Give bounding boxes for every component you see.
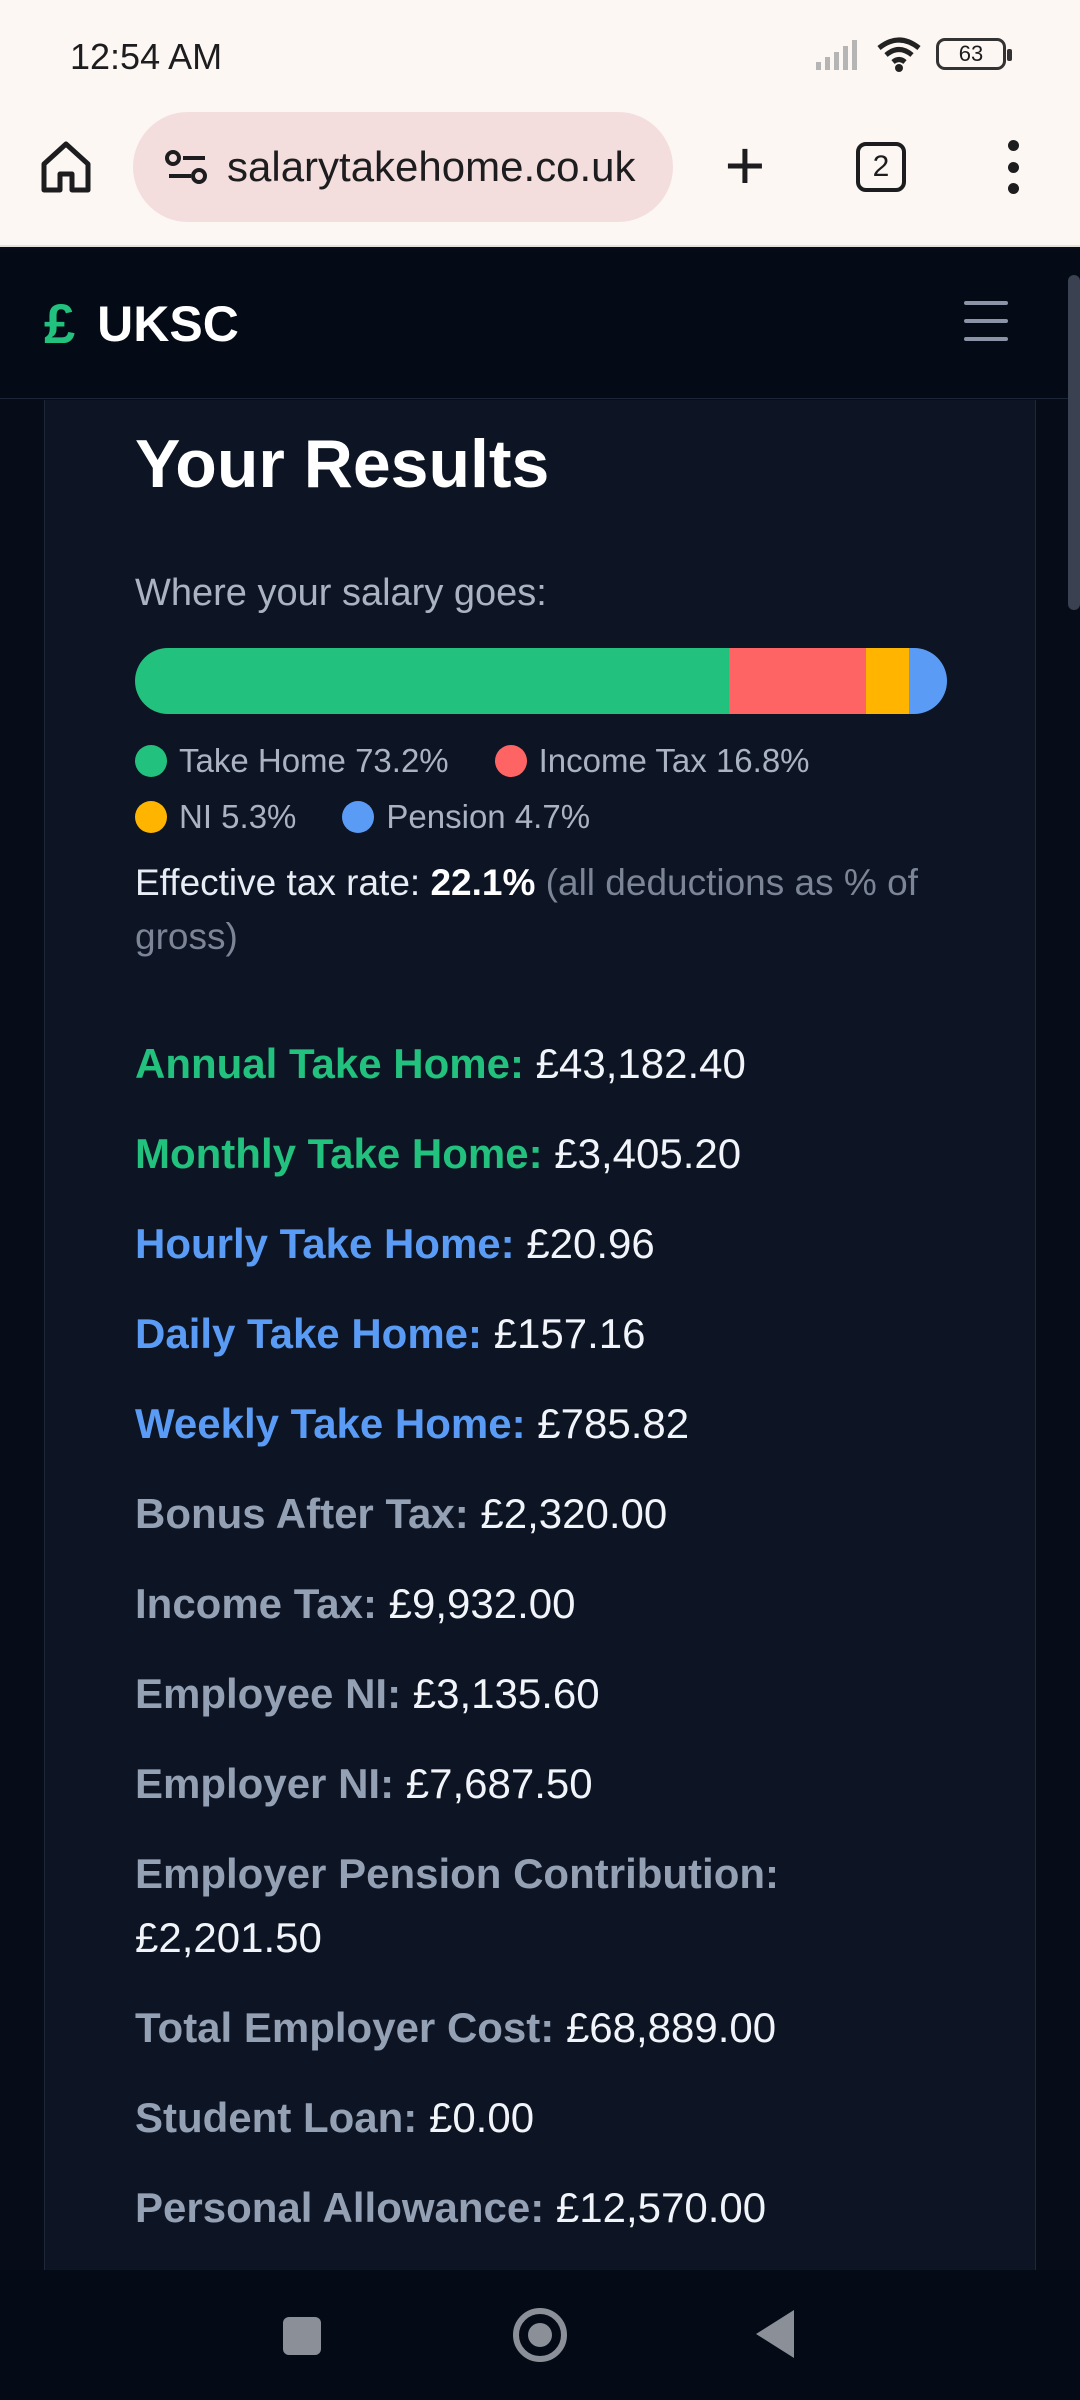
- result-row: Total Employer Cost: £68,889.00: [135, 1996, 955, 2060]
- legend-label: Income Tax 16.8%: [538, 742, 810, 779]
- result-row: Weekly Take Home: £785.82: [135, 1392, 955, 1456]
- result-row: Income Tax: £9,932.00: [135, 1572, 955, 1636]
- result-label: Income Tax:: [135, 1580, 377, 1627]
- legend-label: NI 5.3%: [179, 798, 297, 835]
- result-row: Bonus After Tax: £2,320.00: [135, 1482, 955, 1546]
- result-value: £2,201.50: [135, 1914, 322, 1961]
- result-label: Bonus After Tax:: [135, 1490, 469, 1537]
- result-rows: Annual Take Home: £43,182.40 Monthly Take…: [135, 1032, 955, 2266]
- status-icons: 63: [814, 36, 1012, 72]
- logo-text: UKSC: [97, 295, 239, 352]
- result-row: Hourly Take Home: £20.96: [135, 1212, 955, 1276]
- legend-item: Pension 4.7%: [342, 796, 590, 838]
- battery-level: 63: [958, 41, 984, 66]
- legend-item: Income Tax 16.8%: [494, 740, 810, 782]
- recents-icon[interactable]: [283, 2317, 321, 2355]
- result-value: £157.16: [493, 1310, 646, 1357]
- status-bar: 12:54 AM 63: [0, 0, 1080, 112]
- legend-label: Take Home 73.2%: [179, 742, 449, 779]
- result-label: Total Employer Cost:: [135, 2004, 555, 2051]
- wifi-icon: [877, 37, 921, 72]
- result-value: £68,889.00: [565, 2004, 777, 2051]
- result-label: Employer Pension Contribution:: [135, 1850, 780, 1897]
- result-value: £43,182.40: [535, 1040, 746, 1087]
- result-value: £12,570.00: [555, 2184, 767, 2231]
- home-nav-icon[interactable]: [513, 2308, 567, 2362]
- system-nav-bar: [0, 2270, 1080, 2400]
- more-options-icon[interactable]: [998, 134, 1028, 200]
- result-label: Monthly Take Home:: [135, 1130, 543, 1177]
- browser-toolbar: salarytakehome.co.uk + 2: [0, 112, 1080, 247]
- result-value: £0.00: [428, 2094, 535, 2141]
- url-text[interactable]: salarytakehome.co.uk: [227, 143, 636, 191]
- result-label: Student Loan:: [135, 2094, 418, 2141]
- result-row: Employer NI: £7,687.50: [135, 1752, 955, 1816]
- result-label: Annual Take Home:: [135, 1040, 524, 1087]
- result-label: Employer NI:: [135, 1760, 395, 1807]
- back-icon[interactable]: [756, 2310, 794, 2358]
- result-value: £2,320.00: [480, 1490, 668, 1537]
- result-row: Monthly Take Home: £3,405.20: [135, 1122, 955, 1186]
- effective-tax-label: Effective tax rate:: [135, 862, 421, 903]
- breakdown-label: Where your salary goes:: [135, 572, 547, 614]
- result-label: Daily Take Home:: [135, 1310, 483, 1357]
- result-row: Personal Allowance: £12,570.00: [135, 2176, 955, 2240]
- result-row: Employee NI: £3,135.60: [135, 1662, 955, 1726]
- result-label: Employee NI:: [135, 1670, 402, 1717]
- home-icon[interactable]: [36, 136, 96, 196]
- result-label: Hourly Take Home:: [135, 1220, 515, 1267]
- pound-icon: £: [44, 292, 76, 355]
- tab-switcher-button[interactable]: 2: [856, 142, 906, 192]
- hamburger-menu-icon[interactable]: [964, 301, 1008, 341]
- site-settings-icon[interactable]: [165, 149, 209, 185]
- result-label: Weekly Take Home:: [135, 1400, 526, 1447]
- result-value: £3,135.60: [412, 1670, 600, 1717]
- legend-dot-icon: [342, 801, 375, 833]
- legend-dot-icon: [494, 745, 527, 777]
- breakdown-segment: [729, 648, 866, 714]
- legend-dot-icon: [135, 801, 167, 833]
- result-row: Employer Pension Contribution: £2,201.50: [135, 1842, 955, 1970]
- result-row: Student Loan: £0.00: [135, 2086, 955, 2150]
- result-value: £785.82: [537, 1400, 690, 1447]
- legend-item: NI 5.3%: [135, 796, 296, 838]
- legend-dot-icon: [135, 745, 167, 777]
- site-logo[interactable]: £ UKSC: [44, 291, 239, 356]
- results-card: Your Results Where your salary goes: Tak…: [44, 400, 1036, 2270]
- legend-item: Take Home 73.2%: [135, 740, 449, 782]
- result-value: £20.96: [526, 1220, 655, 1267]
- status-time: 12:54 AM: [70, 36, 223, 77]
- breakdown-segment: [135, 648, 730, 714]
- site-header: £ UKSC: [0, 249, 1080, 399]
- effective-tax-rate: Effective tax rate: 22.1% (all deduction…: [135, 856, 955, 964]
- effective-tax-value: 22.1%: [430, 862, 536, 903]
- legend-label: Pension 4.7%: [386, 798, 591, 835]
- new-tab-icon[interactable]: +: [712, 130, 778, 200]
- signal-icon: [816, 40, 857, 70]
- address-bar[interactable]: salarytakehome.co.uk: [133, 112, 673, 222]
- result-row: Annual Take Home: £43,182.40: [135, 1032, 955, 1096]
- result-value: £3,405.20: [554, 1130, 742, 1177]
- results-title: Your Results: [135, 426, 550, 502]
- breakdown-legend: Take Home 73.2% Income Tax 16.8% NI 5.3% Pe…: [135, 740, 955, 838]
- salary-breakdown-bar: [135, 648, 947, 714]
- breakdown-segment: [908, 648, 947, 714]
- result-value: £9,932.00: [388, 1580, 576, 1627]
- battery-icon: 63: [936, 38, 1012, 70]
- result-row: Daily Take Home: £157.16: [135, 1302, 955, 1366]
- result-value: £7,687.50: [405, 1760, 593, 1807]
- breakdown-segment: [865, 648, 909, 714]
- result-label: Personal Allowance:: [135, 2184, 545, 2231]
- tab-count: 2: [872, 150, 890, 183]
- scrollbar[interactable]: [1068, 275, 1080, 610]
